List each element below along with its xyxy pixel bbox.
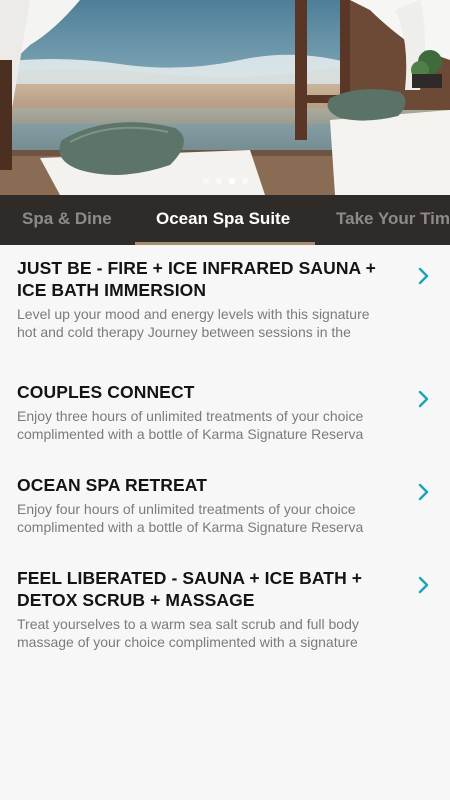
treatment-list: JUST BE - FIRE + ICE INFRARED SAUNA + IC… [0,245,450,679]
tab-take-your-time[interactable]: Take Your Time [336,195,450,245]
chevron-right-icon[interactable] [418,389,430,409]
tab-ocean-spa-suite[interactable]: Ocean Spa Suite [156,195,290,245]
seaside-spa-illustration [0,0,450,195]
treatment-title: COUPLES CONNECT [17,382,195,402]
list-item[interactable]: JUST BE - FIRE + ICE INFRARED SAUNA + IC… [0,245,450,369]
chevron-right-icon[interactable] [418,575,430,595]
treatment-description: Enjoy four hours of unlimited treatments… [17,501,364,535]
treatment-description: Enjoy three hours of unlimited treatment… [17,408,364,442]
chevron-right-icon[interactable] [418,482,430,502]
list-item[interactable]: FEEL LIBERATED - SAUNA + ICE BATH + DETO… [0,555,450,679]
list-item[interactable]: COUPLES CONNECT Enjoy three hours of unl… [0,369,450,462]
carousel-dot-active[interactable] [228,178,235,184]
chevron-right-icon[interactable] [418,266,430,286]
carousel-dot[interactable] [215,178,222,184]
hero-image[interactable] [0,0,450,195]
treatment-title: JUST BE - FIRE + ICE INFRARED SAUNA + IC… [17,258,376,300]
treatment-description: Level up your mood and energy levels wit… [17,306,370,340]
category-tab-bar: Spa & Dine Ocean Spa Suite Take Your Tim… [0,195,450,245]
treatment-title: FEEL LIBERATED - SAUNA + ICE BATH + DETO… [17,568,363,610]
list-item[interactable]: OCEAN SPA RETREAT Enjoy four hours of un… [0,462,450,555]
tab-spa-and-dine[interactable]: Spa & Dine [22,195,112,245]
carousel-dot[interactable] [241,178,248,184]
treatment-title: OCEAN SPA RETREAT [17,475,207,495]
carousel-indicator[interactable] [0,178,450,184]
carousel-dot[interactable] [202,178,209,184]
treatment-description: Treat yourselves to a warm sea salt scru… [17,616,359,650]
